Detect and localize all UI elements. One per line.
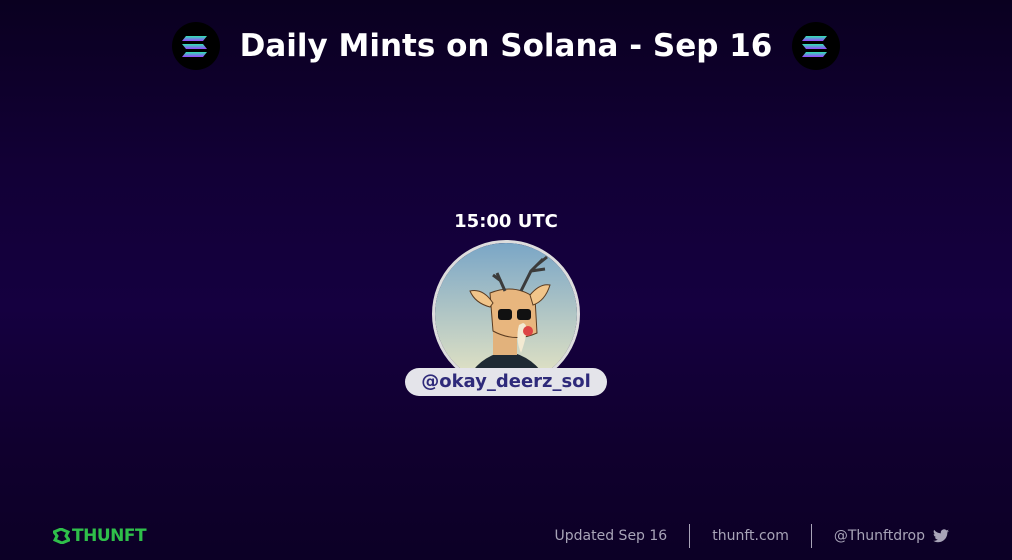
thunft-brand-text: THUNFT bbox=[72, 526, 147, 546]
page-title: Daily Mints on Solana - Sep 16 bbox=[239, 28, 773, 64]
solana-logo-icon bbox=[171, 22, 220, 70]
divider bbox=[689, 524, 691, 548]
footer: Updated Sep 16 thunft.com @Thunftdrop bbox=[555, 524, 949, 548]
solana-logo-icon bbox=[792, 22, 841, 70]
project-handle[interactable]: @okay_deerz_sol bbox=[405, 368, 607, 396]
twitter-icon[interactable] bbox=[933, 529, 949, 543]
twitter-handle-link[interactable]: @Thunftdrop bbox=[834, 528, 925, 544]
thunft-logo-icon bbox=[53, 528, 70, 544]
updated-date: Updated Sep 16 bbox=[554, 528, 668, 544]
header: Daily Mints on Solana - Sep 16 bbox=[0, 22, 1012, 70]
website-link[interactable]: thunft.com bbox=[712, 528, 789, 544]
deer-avatar-image bbox=[435, 243, 577, 385]
divider bbox=[810, 524, 812, 548]
project-avatar[interactable] bbox=[432, 240, 580, 388]
mint-time: 15:00 UTC bbox=[454, 211, 558, 232]
thunft-logo[interactable]: THUNFT bbox=[53, 526, 147, 546]
